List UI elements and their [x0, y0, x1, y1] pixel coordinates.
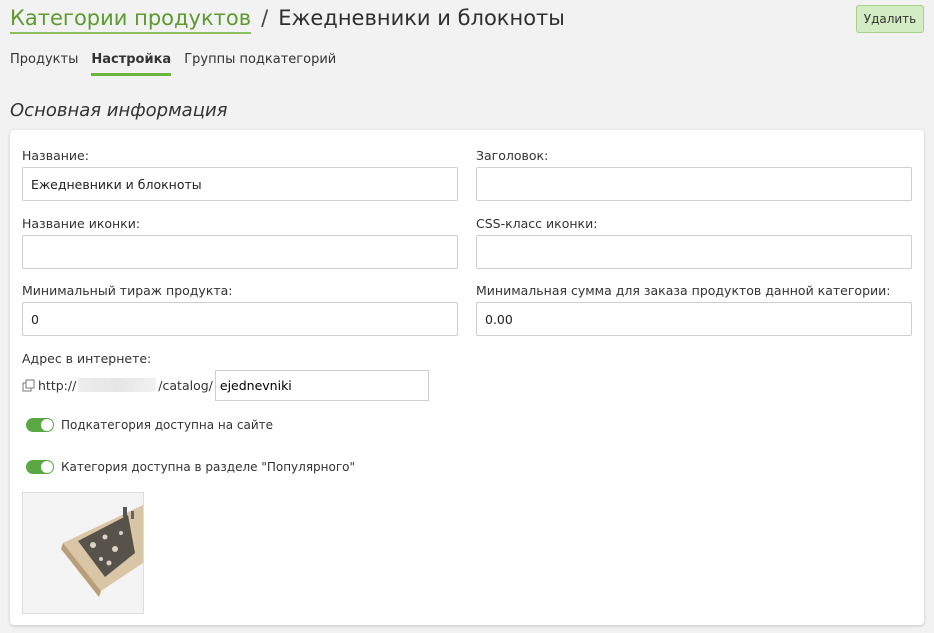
min-run-label: Минимальный тираж продукта: — [22, 283, 233, 298]
url-suffix: /catalog/ — [158, 377, 213, 393]
main-info-card: Название: Заголовок: Название иконки: CS… — [10, 130, 924, 625]
external-link-icon[interactable] — [22, 379, 35, 392]
breadcrumb-parent-link[interactable]: Категории продуктов — [10, 4, 252, 34]
heading-label: Заголовок: — [476, 148, 549, 163]
min-sum-input[interactable] — [476, 302, 912, 336]
category-image[interactable] — [22, 492, 144, 614]
tab-products[interactable]: Продукты — [10, 52, 78, 76]
popular-label: Категория доступна в разделе "Популярног… — [61, 460, 356, 474]
min-sum-label: Минимальная сумма для заказа продуктов д… — [476, 283, 891, 298]
subcategory-visible-label: Подкатегория доступна на сайте — [61, 418, 274, 432]
section-title: Основная информация — [10, 100, 228, 121]
icon-css-label: CSS-класс иконки: — [476, 216, 598, 231]
url-row: http:// /catalog/ — [22, 369, 429, 401]
delete-button[interactable]: Удалить — [856, 5, 924, 33]
toggle-row-subcategory-visible: Подкатегория доступна на сайте — [26, 418, 273, 432]
toggle-row-popular: Категория доступна в разделе "Популярног… — [26, 460, 355, 474]
url-prefix: http:// — [38, 377, 77, 393]
page-title: Ежедневники и блокноты — [278, 6, 565, 30]
redacted-host — [78, 378, 157, 392]
icon-name-label: Название иконки: — [22, 216, 141, 231]
tab-settings[interactable]: Настройка — [91, 52, 172, 76]
url-label: Адрес в интернете: — [22, 351, 152, 366]
subcategory-visible-toggle[interactable] — [26, 418, 54, 432]
icon-css-input[interactable] — [476, 235, 912, 269]
notebook-photo-icon — [23, 493, 143, 613]
url-slug-input[interactable] — [214, 369, 429, 401]
tab-bar: Продукты Настройка Группы подкатегорий — [10, 52, 349, 76]
popular-toggle[interactable] — [26, 460, 54, 474]
breadcrumb-separator: / — [261, 6, 269, 30]
min-run-input[interactable] — [22, 302, 458, 336]
icon-name-input[interactable] — [22, 235, 458, 269]
heading-input[interactable] — [476, 167, 912, 201]
tab-subcategory-groups[interactable]: Группы подкатегорий — [184, 52, 336, 76]
breadcrumb: Категории продуктов / Ежедневники и блок… — [10, 4, 565, 38]
name-label: Название: — [22, 148, 89, 163]
name-input[interactable] — [22, 167, 458, 201]
